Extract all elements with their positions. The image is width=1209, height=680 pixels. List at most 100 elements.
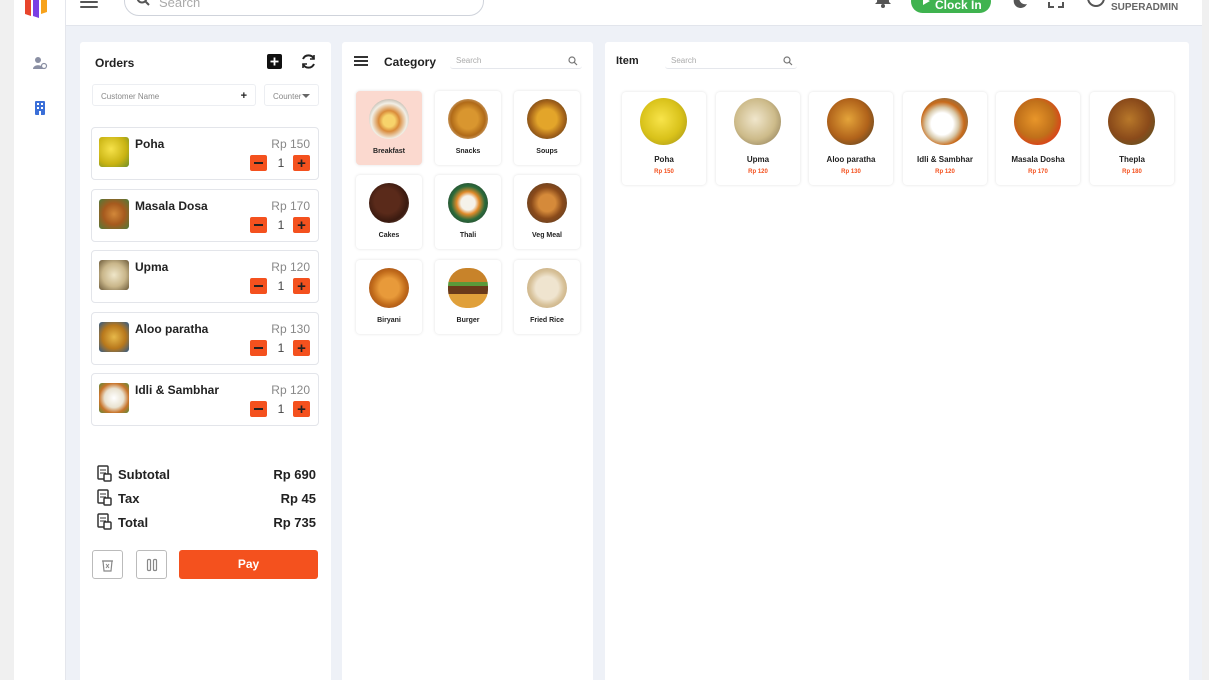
category-tile[interactable]: Thali (435, 175, 501, 249)
category-tile[interactable]: Snacks (435, 91, 501, 165)
product-card[interactable]: Idli & Sambhar Rp 120 (903, 92, 987, 185)
product-card[interactable]: Aloo paratha Rp 130 (809, 92, 893, 185)
customer-name-placeholder: Customer Name (101, 92, 160, 101)
order-item-name: Upma (135, 260, 169, 274)
category-label: Thali (459, 232, 477, 239)
order-item-qty: 1 (277, 341, 285, 355)
customer-name-field[interactable]: Customer Name + (92, 84, 256, 106)
category-tile[interactable]: Breakfast (356, 91, 422, 165)
hold-order-button[interactable] (136, 550, 167, 579)
add-order-button[interactable] (267, 54, 282, 69)
product-price: Rp 130 (841, 169, 861, 175)
order-item-image (99, 137, 129, 167)
category-panel: Category Search Breakfast Snacks Soups C… (342, 42, 593, 680)
top-bar: Search Clock In SUPERADMIN (66, 0, 1202, 26)
decrease-qty-button[interactable] (250, 340, 267, 356)
category-menu-icon[interactable] (354, 56, 368, 66)
category-image (448, 99, 488, 139)
username-label: SUPERADMIN (1111, 2, 1179, 13)
category-tile[interactable]: Burger (435, 260, 501, 334)
item-search-input[interactable]: Search (665, 53, 797, 69)
order-item-qty: 1 (277, 156, 285, 170)
product-name: Thepla (1119, 155, 1145, 164)
building-icon[interactable] (30, 98, 50, 118)
plus-icon: + (297, 400, 306, 418)
product-name: Upma (746, 155, 770, 164)
play-icon (923, 0, 930, 5)
increase-qty-button[interactable]: + (293, 155, 310, 171)
category-search-input[interactable]: Search (450, 53, 582, 69)
category-image (527, 99, 567, 139)
order-item-price: Rp 150 (271, 137, 310, 151)
decrease-qty-button[interactable] (250, 278, 267, 294)
increase-qty-button[interactable]: + (293, 401, 310, 417)
product-card[interactable]: Thepla Rp 180 (1090, 92, 1174, 185)
decrease-qty-button[interactable] (250, 217, 267, 233)
order-item-image (99, 260, 129, 290)
order-item-qty: 1 (277, 402, 285, 416)
items-title: Item (616, 55, 639, 67)
decrease-qty-button[interactable] (250, 401, 267, 417)
product-card[interactable]: Masala Dosha Rp 170 (996, 92, 1080, 185)
increase-qty-button[interactable]: + (293, 217, 310, 233)
product-image (827, 98, 874, 145)
category-tile[interactable]: Veg Meal (514, 175, 580, 249)
category-tile[interactable]: Cakes (356, 175, 422, 249)
orders-panel: Orders Customer Name + Counter Poha Rp 1… (80, 42, 331, 680)
pause-icon (146, 558, 157, 571)
menu-toggle-icon[interactable] (80, 0, 98, 8)
plus-icon: + (297, 154, 306, 172)
tax-row: Tax Rp 45 (96, 489, 316, 507)
counter-select[interactable]: Counter (264, 84, 319, 106)
product-price: Rp 120 (935, 169, 955, 175)
trash-icon (102, 559, 113, 572)
minus-icon (254, 408, 263, 410)
users-icon[interactable] (30, 53, 50, 73)
global-search-input[interactable]: Search (124, 0, 484, 16)
product-price: Rp 120 (748, 169, 768, 175)
product-name: Masala Dosha (1011, 155, 1065, 164)
product-card[interactable]: Upma Rp 120 (716, 92, 800, 185)
order-item-price: Rp 170 (271, 199, 310, 213)
tax-value: Rp 45 (280, 491, 316, 506)
page-margin-right (1202, 0, 1209, 680)
bell-icon[interactable] (874, 0, 892, 13)
refresh-icon[interactable] (300, 53, 317, 70)
orders-title: Orders (95, 56, 135, 70)
minus-icon (254, 224, 263, 226)
decrease-qty-button[interactable] (250, 155, 267, 171)
order-item-image (99, 322, 129, 352)
total-label: Total (118, 515, 149, 530)
user-avatar-icon[interactable] (1086, 0, 1106, 13)
order-item-card: Aloo paratha Rp 130 1 + (91, 312, 319, 365)
category-tile[interactable]: Biryani (356, 260, 422, 334)
order-item-image (99, 383, 129, 413)
order-item-qty: 1 (277, 279, 285, 293)
category-image (369, 183, 409, 223)
order-item-name: Masala Dosa (135, 199, 208, 213)
items-panel: Item Search Poha Rp 150 Upma Rp 120 Aloo… (605, 42, 1189, 680)
category-tile[interactable]: Soups (514, 91, 580, 165)
category-tile[interactable]: Fried Rice (514, 260, 580, 334)
clear-order-button[interactable] (92, 550, 123, 579)
dark-mode-icon[interactable] (1011, 0, 1027, 13)
order-item-price: Rp 120 (271, 260, 310, 274)
category-image (369, 99, 409, 139)
pay-button[interactable]: Pay (179, 550, 318, 579)
order-item-qty: 1 (277, 218, 285, 232)
product-price: Rp 150 (654, 169, 674, 175)
product-card[interactable]: Poha Rp 150 (622, 92, 706, 185)
add-customer-icon[interactable]: + (241, 90, 247, 102)
category-image (448, 183, 488, 223)
clock-in-label: Clock In (935, 0, 982, 12)
increase-qty-button[interactable]: + (293, 340, 310, 356)
app-logo-icon (22, 0, 52, 22)
category-image (448, 268, 488, 308)
item-search-placeholder: Search (671, 56, 697, 65)
plus-icon: + (297, 216, 306, 234)
category-image (527, 183, 567, 223)
clock-in-button[interactable]: Clock In (911, 0, 991, 13)
order-item-card: Poha Rp 150 1 + (91, 127, 319, 180)
fullscreen-icon[interactable] (1048, 0, 1064, 13)
increase-qty-button[interactable]: + (293, 278, 310, 294)
